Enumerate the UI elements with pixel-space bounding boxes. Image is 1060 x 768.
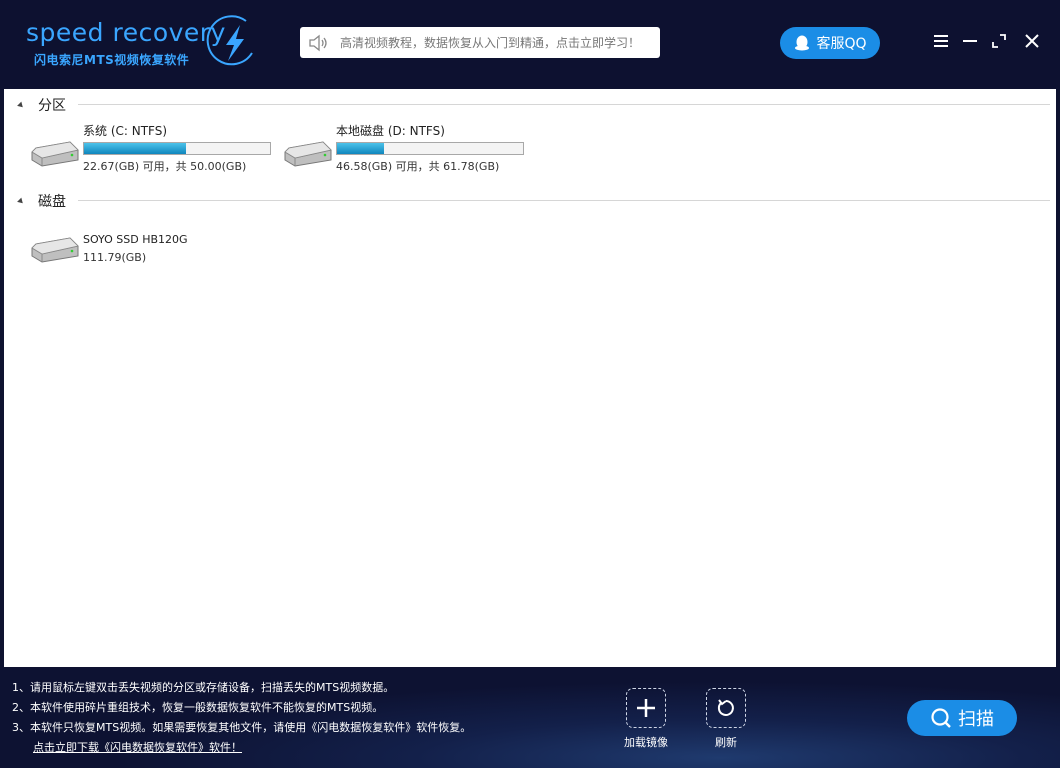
partition-section-title: 分区	[38, 98, 66, 114]
tip-line: 1、请用鼠标左键双击丢失视频的分区或存储设备，扫描丢失的MTS视频数据。	[12, 681, 395, 694]
disk-name: SOYO SSD HB120G	[83, 233, 188, 246]
refresh-label: 刷新	[715, 736, 737, 749]
disk-size: 111.79(GB)	[83, 251, 147, 264]
lightning-logo-icon	[206, 15, 253, 66]
partition-name: 系统 (C: NTFS)	[83, 124, 168, 138]
disk-section-header[interactable]: 磁盘	[17, 191, 66, 211]
partition-item-c[interactable]: 系统 (C: NTFS) 22.67(GB) 可用，共 50.00(GB)	[30, 124, 271, 174]
minimize-icon	[963, 40, 977, 42]
menu-button[interactable]	[930, 30, 952, 52]
refresh-button[interactable]: 刷新	[701, 688, 751, 750]
section-divider	[78, 104, 1050, 105]
collapse-triangle-icon	[17, 101, 25, 109]
notice-text: 高清视频教程，数据恢复从入门到精通，点击立即学习！	[340, 36, 641, 50]
close-icon	[1025, 34, 1039, 48]
hard-drive-icon	[31, 141, 79, 167]
menu-icon	[934, 35, 948, 47]
load-image-box	[626, 688, 666, 728]
customer-service-qq-button[interactable]: 客服QQ	[780, 27, 880, 59]
usage-bar-fill	[84, 143, 187, 154]
tip-line: 2、本软件使用碎片重组技术，恢复一般数据恢复软件不能恢复的MTS视频。	[12, 701, 384, 714]
load-image-label: 加载镜像	[624, 736, 668, 749]
tip-line: 3、本软件只恢复MTS视频。如果需要恢复其他文件，请使用《闪电数据恢复软件》软件…	[12, 721, 472, 734]
notice-banner[interactable]: 高清视频教程，数据恢复从入门到精通，点击立即学习！	[300, 27, 660, 58]
logo-subtitle: 闪电索尼MTS视频恢复软件	[34, 53, 190, 67]
tips-list: 1、请用鼠标左键双击丢失视频的分区或存储设备，扫描丢失的MTS视频数据。 2、本…	[12, 678, 471, 758]
section-divider	[78, 200, 1050, 201]
partition-section-header[interactable]: 分区	[17, 95, 66, 115]
title-bar: speed recovery 闪电索尼MTS视频恢复软件 高清视频教程，数据恢复…	[0, 0, 1060, 88]
qq-penguin-icon	[795, 35, 810, 51]
disk-section-title: 磁盘	[38, 194, 66, 210]
partition-item-d[interactable]: 本地磁盘 (D: NTFS) 46.58(GB) 可用，共 61.78(GB)	[283, 124, 524, 174]
qq-label: 客服QQ	[816, 36, 867, 52]
load-image-button[interactable]: 加载镜像	[621, 688, 671, 750]
disk-item-soyo[interactable]: SOYO SSD HB120G 111.79(GB)	[30, 232, 188, 266]
partition-name: 本地磁盘 (D: NTFS)	[336, 124, 445, 138]
download-link[interactable]: 点击立即下载《闪电数据恢复软件》软件！	[33, 741, 242, 754]
search-icon	[931, 708, 951, 728]
collapse-triangle-icon	[17, 197, 25, 205]
usage-bar-fill	[337, 143, 384, 154]
scan-label: 扫描	[958, 709, 994, 730]
partition-usage: 46.58(GB) 可用，共 61.78(GB)	[336, 160, 500, 173]
scan-button[interactable]: 扫描	[907, 700, 1017, 736]
logo-text: speed recovery	[26, 18, 226, 47]
refresh-icon	[717, 699, 734, 716]
hard-drive-icon	[31, 237, 79, 263]
speaker-icon	[309, 34, 327, 51]
close-button[interactable]	[1021, 30, 1043, 52]
hard-drive-icon	[284, 141, 332, 167]
usage-bar	[336, 142, 524, 155]
footer-bar: 1、请用鼠标左键双击丢失视频的分区或存储设备，扫描丢失的MTS视频数据。 2、本…	[0, 668, 1060, 768]
plus-icon	[637, 699, 655, 717]
refresh-box	[706, 688, 746, 728]
usage-bar	[83, 142, 271, 155]
device-list-panel: 分区 系统 (C: NTFS) 22.67(GB) 可用，共 50.00(GB)	[4, 89, 1056, 667]
minimize-button[interactable]	[959, 30, 981, 52]
maximize-button[interactable]	[988, 30, 1010, 52]
partition-usage: 22.67(GB) 可用，共 50.00(GB)	[83, 160, 247, 173]
maximize-icon	[992, 34, 1006, 48]
